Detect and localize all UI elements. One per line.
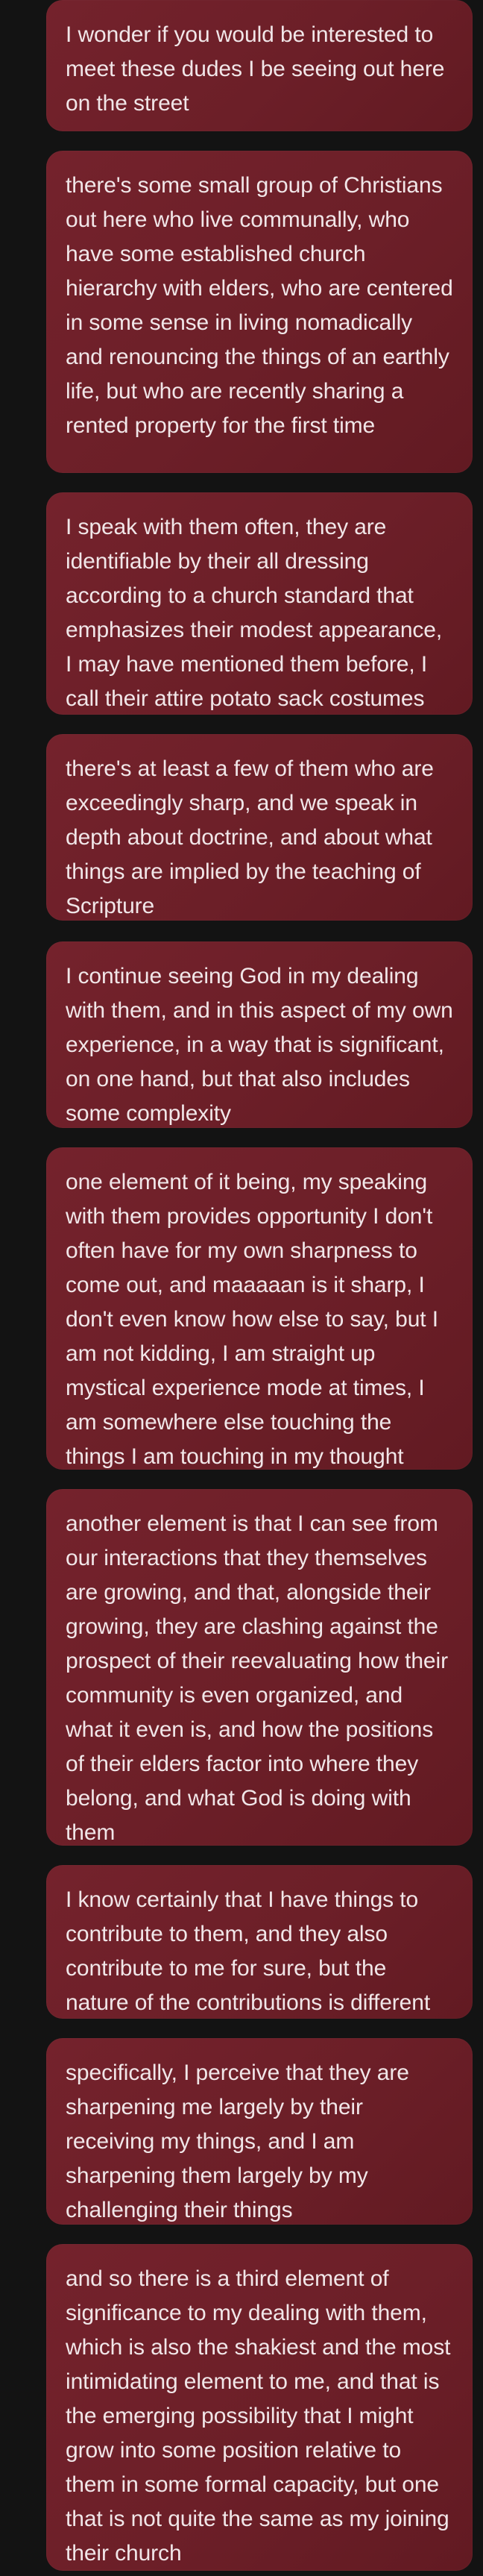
message-bubble[interactable]: one element of it being, my speaking wit… (46, 1147, 473, 1470)
message-bubble[interactable]: another element is that I can see from o… (46, 1489, 473, 1846)
message-bubble[interactable]: there's some small group of Christians o… (46, 151, 473, 473)
message-text: another element is that I can see from o… (66, 1511, 448, 1845)
message-text: I know certainly that I have things to c… (66, 1887, 431, 2015)
message-bubble[interactable]: I know certainly that I have things to c… (46, 1865, 473, 2019)
message-bubble[interactable]: I continue seeing God in my dealing with… (46, 941, 473, 1128)
message-text: there's at least a few of them who are e… (66, 756, 434, 918)
message-bubble[interactable]: and so there is a third element of signi… (46, 2244, 473, 2571)
message-text: there's some small group of Christians o… (66, 173, 453, 438)
message-text: I continue seeing God in my dealing with… (66, 964, 453, 1126)
message-bubble[interactable]: I wonder if you would be interested to m… (46, 0, 473, 131)
message-bubble[interactable]: specifically, I perceive that they are s… (46, 2038, 473, 2225)
message-text: I wonder if you would be interested to m… (66, 22, 445, 116)
message-text: I speak with them often, they are identi… (66, 515, 443, 711)
message-text: one element of it being, my speaking wit… (66, 1170, 439, 1469)
message-bubble[interactable]: there's at least a few of them who are e… (46, 734, 473, 921)
message-text: specifically, I perceive that they are s… (66, 2061, 409, 2222)
message-bubble[interactable]: I speak with them often, they are identi… (46, 492, 473, 715)
message-text: and so there is a third element of signi… (66, 2266, 451, 2566)
